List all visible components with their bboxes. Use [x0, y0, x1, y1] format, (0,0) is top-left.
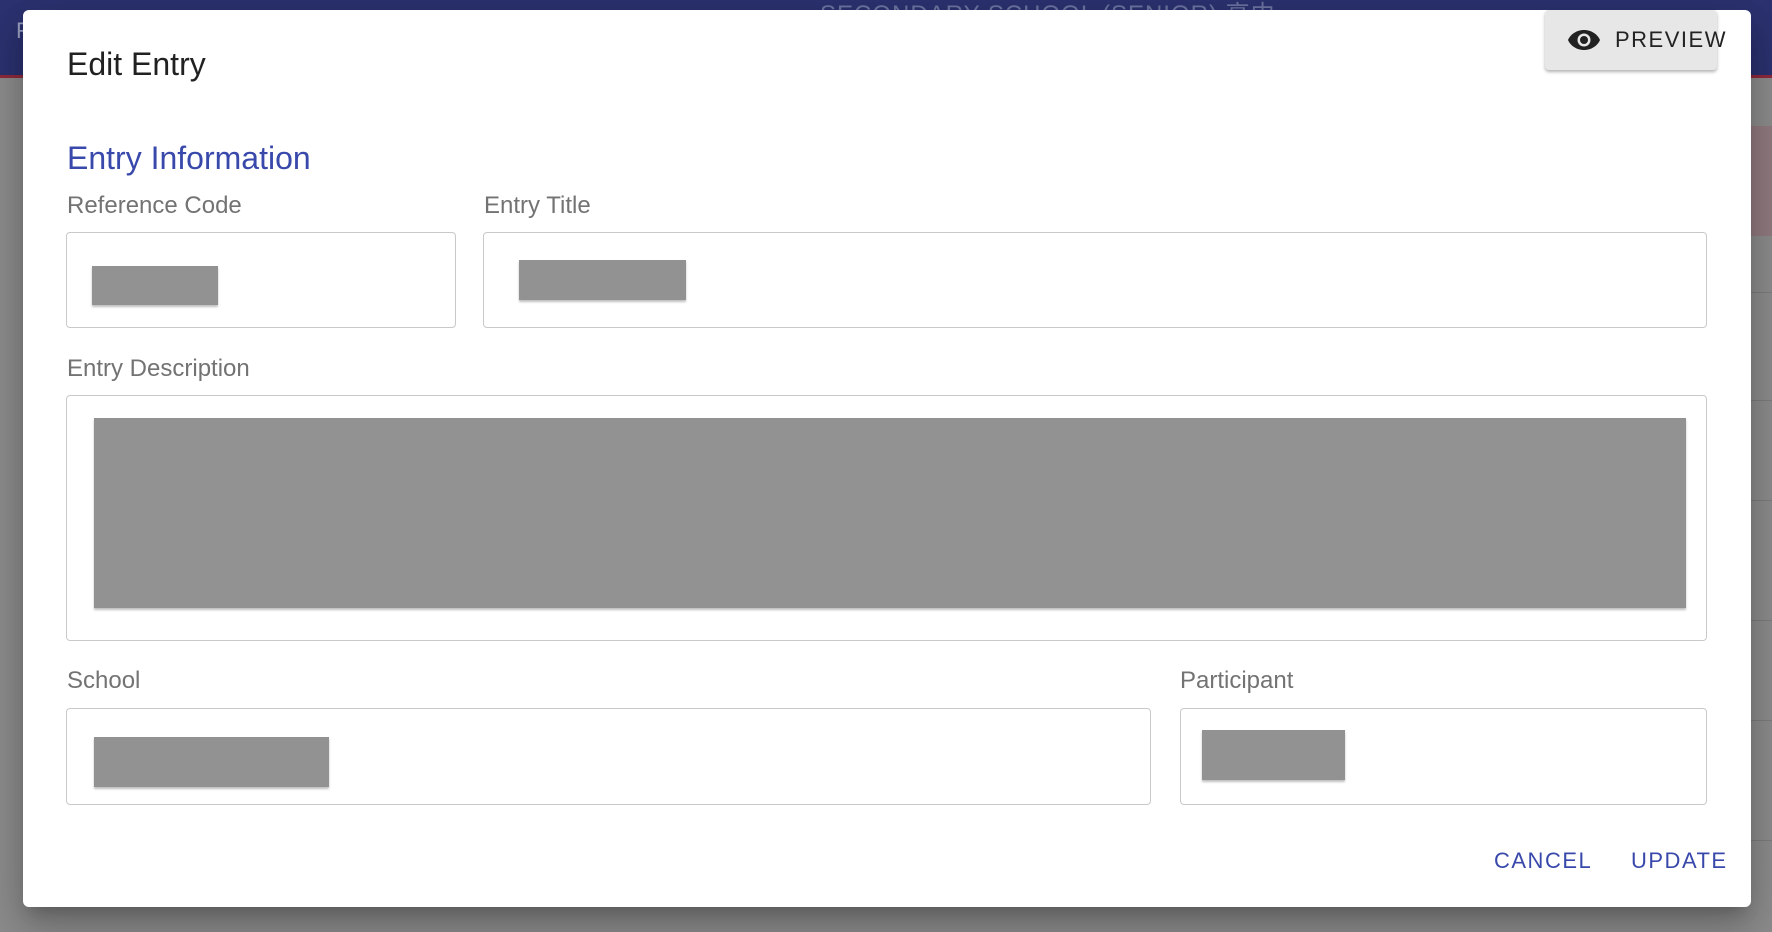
eye-icon [1567, 23, 1601, 57]
background-divider [1748, 620, 1772, 621]
redacted-value [1202, 730, 1345, 780]
entry-title-label: Entry Title [484, 192, 591, 219]
participant-field[interactable] [1180, 708, 1707, 805]
redacted-value [94, 737, 329, 787]
school-field[interactable] [66, 708, 1151, 805]
preview-button-label: PREVIEW [1615, 27, 1727, 52]
background-divider [1748, 400, 1772, 401]
entry-description-field[interactable] [66, 395, 1707, 641]
entry-title-field[interactable] [483, 232, 1707, 328]
background-divider [1748, 292, 1772, 293]
cancel-button[interactable]: CANCEL [1494, 848, 1592, 874]
preview-button[interactable]: PREVIEW [1545, 10, 1725, 70]
reference-code-label: Reference Code [67, 192, 242, 219]
participant-label: Participant [1180, 667, 1294, 694]
background-divider [1748, 840, 1772, 841]
entry-description-label: Entry Description [67, 355, 250, 382]
reference-code-field[interactable] [66, 232, 456, 328]
update-button[interactable]: UPDATE [1631, 848, 1728, 874]
redacted-value [519, 260, 686, 300]
redacted-value [94, 418, 1686, 608]
dialog-title: Edit Entry [67, 46, 206, 82]
background-divider [1748, 720, 1772, 721]
redacted-value [92, 266, 218, 305]
section-title: Entry Information [67, 140, 311, 176]
edit-entry-dialog: Edit Entry PREVIEW Entry Information Ref… [23, 10, 1751, 907]
school-label: School [67, 667, 141, 694]
background-divider [1748, 500, 1772, 501]
background-panel [1748, 126, 1772, 236]
